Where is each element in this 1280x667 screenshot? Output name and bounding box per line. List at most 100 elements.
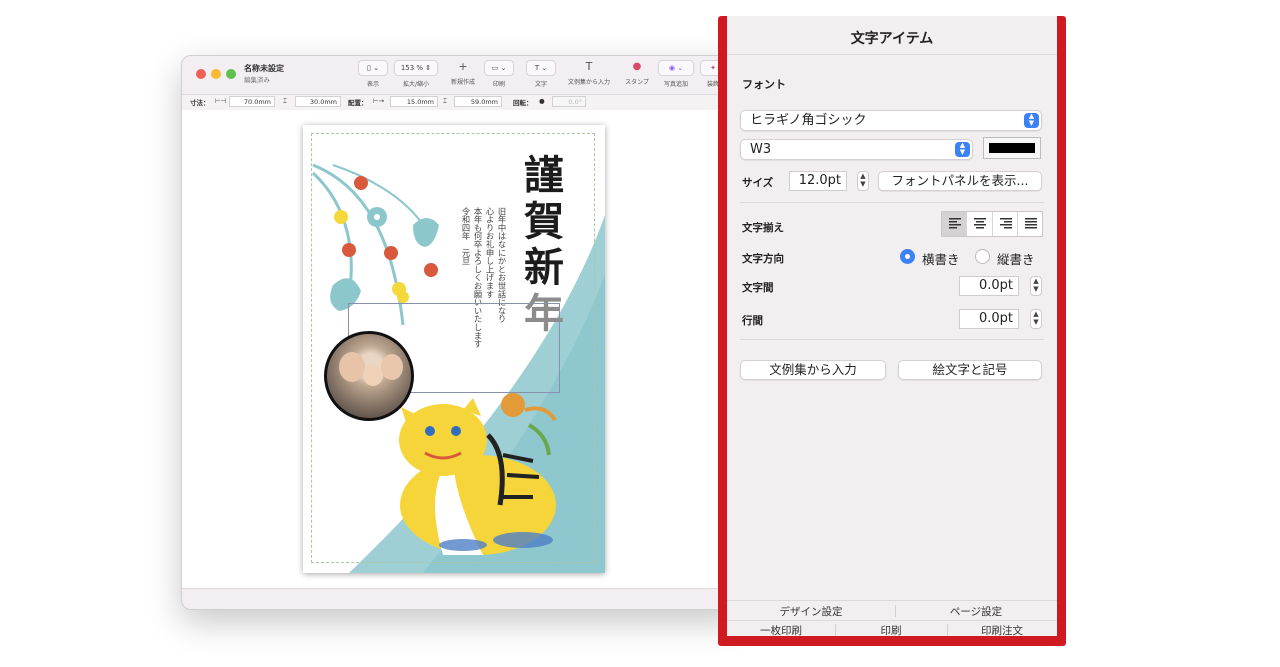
- plus-icon[interactable]: +: [446, 60, 480, 74]
- width-icon: ⊢⊣: [215, 97, 227, 105]
- page-settings-tab[interactable]: ページ設定: [895, 604, 1057, 619]
- font-size-stepper[interactable]: ▲ ▼: [857, 171, 869, 191]
- bottom-tabs-row-2: 一枚印刷 印刷 印刷注文: [727, 621, 1057, 639]
- title-char: 謹: [524, 152, 564, 199]
- rotation-field[interactable]: 0.0°: [552, 96, 586, 107]
- horizontal-radio[interactable]: [900, 249, 915, 264]
- size-label: サイズ: [742, 177, 774, 189]
- width-field[interactable]: 70.0mm: [229, 96, 275, 107]
- divider: [727, 600, 1057, 601]
- insert-from-samples-button[interactable]: 文例集から入力: [740, 360, 886, 380]
- divider: [740, 339, 1044, 340]
- font-color-swatch: [989, 143, 1035, 153]
- align-left-button[interactable]: [942, 212, 968, 236]
- greeting-line[interactable]: 心よりお礼申し上げます: [484, 207, 495, 298]
- emoji-and-symbols-button[interactable]: 絵文字と記号: [898, 360, 1042, 380]
- text-sample-icon[interactable]: T: [562, 60, 616, 74]
- design-settings-tab[interactable]: デザイン設定: [727, 604, 895, 619]
- align-right-icon: [999, 218, 1012, 229]
- line-spacing-field[interactable]: 0.0pt: [959, 309, 1019, 329]
- print-order-tab[interactable]: 印刷注文: [947, 623, 1057, 638]
- toolbar-zoom[interactable]: 153 % ⇕ 拡大/縮小: [394, 60, 438, 88]
- height-icon: ⌶: [283, 97, 287, 105]
- title-char: 賀: [524, 198, 564, 245]
- toolbar-print[interactable]: ▭ ⌄ 印刷: [484, 60, 514, 88]
- status-bar: [182, 588, 742, 609]
- x-position-field[interactable]: 15.0mm: [390, 96, 438, 107]
- align-justify-icon: [1024, 218, 1037, 229]
- title-bar: 名称未設定 編集済み ▯ ⌄ 表示 153 % ⇕ 拡大/縮小 + 新規作成 ▭…: [182, 56, 742, 94]
- toolbar-label: 表示: [366, 81, 379, 88]
- font-family-select[interactable]: ヒラギノ角ゴシック ▲ ▼: [740, 110, 1042, 131]
- toolbar-view[interactable]: ▯ ⌄ 表示: [358, 60, 388, 88]
- size-label: 寸法：: [190, 99, 210, 107]
- toolbar-text[interactable]: T ⌄ 文字: [526, 60, 556, 88]
- bottom-tabs-row-1: デザイン設定 ページ設定: [727, 602, 1057, 620]
- zoom-stepper[interactable]: 153 % ⇕: [394, 60, 438, 76]
- font-weight-value: W3: [750, 142, 772, 157]
- divider: [727, 54, 1057, 55]
- up-down-chevron-icon: ▲ ▼: [1024, 113, 1039, 128]
- photo-face: [381, 354, 403, 380]
- inspector-highlight-frame: 文字アイテム フォント ヒラギノ角ゴシック ▲ ▼ W3 ▲ ▼ サイズ 12.0p…: [718, 16, 1066, 646]
- align-right-button[interactable]: [993, 212, 1018, 236]
- document-status: 編集済み: [244, 76, 270, 84]
- height-field[interactable]: 30.0mm: [295, 96, 341, 107]
- horizontal-radio-label[interactable]: 横書き: [922, 249, 960, 268]
- rotation-dial-icon[interactable]: ●: [539, 97, 545, 105]
- y-position-icon: ⌶: [443, 97, 447, 105]
- toolbar-label: 文字: [534, 81, 547, 88]
- zoom-window-button[interactable]: [226, 69, 236, 79]
- toolbar-label: 新規作成: [450, 79, 475, 86]
- document-canvas[interactable]: 謹 賀 新 年 旧年中はなにかとお世話になり 心よりお礼申し上げます 本年も何卒…: [182, 110, 742, 588]
- document-title: 名称未設定: [244, 64, 284, 73]
- photo-face: [363, 364, 383, 386]
- align-justify-button[interactable]: [1018, 212, 1042, 236]
- align-center-button[interactable]: [967, 212, 993, 236]
- font-color-well[interactable]: [983, 137, 1041, 159]
- text-icon[interactable]: T ⌄: [526, 60, 556, 76]
- toolbar-label: 印刷: [492, 81, 505, 88]
- line-spacing-label: 行間: [742, 315, 763, 327]
- align-left-icon: [949, 218, 961, 229]
- toolbar-label: スタンプ: [625, 79, 649, 86]
- title-char: 新: [524, 244, 564, 291]
- alignment-segmented-control[interactable]: [941, 211, 1043, 237]
- toolbar-stamp[interactable]: ● スタンプ: [622, 60, 652, 86]
- line-spacing-stepper[interactable]: ▲ ▼: [1030, 309, 1042, 329]
- position-label: 配置：: [348, 99, 368, 107]
- close-window-button[interactable]: [196, 69, 206, 79]
- direction-label: 文字方向: [742, 253, 784, 265]
- letter-spacing-field[interactable]: 0.0pt: [959, 276, 1019, 296]
- rotation-label: 回転：: [513, 99, 533, 107]
- toolbar-new[interactable]: + 新規作成: [446, 60, 480, 86]
- minimize-window-button[interactable]: [211, 69, 221, 79]
- alignment-label: 文字揃え: [742, 222, 784, 234]
- show-font-panel-button[interactable]: フォントパネルを表示...: [878, 171, 1042, 191]
- letter-spacing-label: 文字間: [742, 282, 774, 294]
- photo-frame[interactable]: [324, 331, 414, 421]
- x-position-icon: ⊢→: [373, 97, 385, 105]
- stamp-icon[interactable]: ●: [622, 60, 652, 74]
- font-weight-select[interactable]: W3 ▲ ▼: [740, 139, 973, 160]
- toolbar-photo[interactable]: ◉ ⌄ 写真追加: [658, 60, 694, 88]
- printer-icon[interactable]: ▭ ⌄: [484, 60, 514, 76]
- letter-spacing-stepper[interactable]: ▲ ▼: [1030, 276, 1042, 296]
- font-family-value: ヒラギノ角ゴシック: [750, 113, 867, 128]
- y-position-field[interactable]: 59.0mm: [454, 96, 502, 107]
- measure-bar: 寸法： ⊢⊣ 70.0mm ⌶ 30.0mm 配置： ⊢→ 15.0mm ⌶ 5…: [182, 94, 742, 111]
- up-down-chevron-icon: ▲ ▼: [955, 142, 970, 157]
- postcard[interactable]: 謹 賀 新 年 旧年中はなにかとお世話になり 心よりお礼申し上げます 本年も何卒…: [303, 125, 605, 573]
- text-item-inspector: 文字アイテム フォント ヒラギノ角ゴシック ▲ ▼ W3 ▲ ▼ サイズ 12.0p…: [727, 16, 1057, 639]
- print-tab[interactable]: 印刷: [835, 623, 947, 638]
- font-size-field[interactable]: 12.0pt: [789, 171, 847, 191]
- toolbar-sample[interactable]: T 文例集から入力: [562, 60, 616, 86]
- divider: [740, 202, 1044, 203]
- sidebar-icon[interactable]: ▯ ⌄: [358, 60, 388, 76]
- photo-add-icon[interactable]: ◉ ⌄: [658, 60, 694, 76]
- toolbar-label: 文例集から入力: [567, 79, 610, 86]
- vertical-radio[interactable]: [975, 249, 990, 264]
- greeting-line[interactable]: 令和四年 元旦: [460, 207, 471, 265]
- vertical-radio-label[interactable]: 縦書き: [997, 249, 1035, 268]
- single-print-tab[interactable]: 一枚印刷: [727, 623, 835, 638]
